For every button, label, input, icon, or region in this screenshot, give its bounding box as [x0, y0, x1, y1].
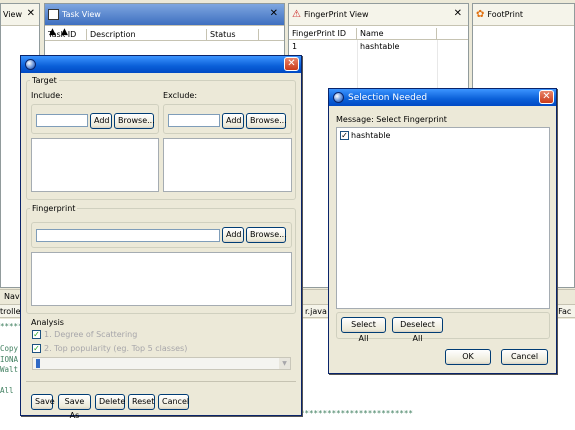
console-line: Walt	[0, 365, 19, 374]
select-all-button[interactable]: Select All	[341, 317, 386, 343]
fingerprint-list[interactable]	[31, 252, 292, 306]
task-icon	[48, 9, 59, 20]
footprint-icon: ✿	[476, 9, 485, 20]
fingerprint-input[interactable]	[36, 229, 220, 242]
app-icon	[333, 92, 344, 103]
fingerprint-view-title: FingerPrint View	[303, 10, 369, 19]
close-icon[interactable]: ✕	[270, 8, 278, 19]
selection-dialog-titlebar[interactable]: Selection Needed	[329, 89, 556, 106]
column-fingerprint-id[interactable]: FingerPrint ID	[289, 28, 357, 39]
close-button[interactable]: ✕	[284, 57, 299, 71]
fingerprint-label: Fingerprint	[30, 204, 78, 213]
top-popularity-checkbox[interactable]: ✓	[32, 344, 41, 353]
selection-message: Message: Select Fingerprint	[336, 115, 447, 124]
fingerprint-id-cell: 1	[292, 42, 298, 51]
exclude-add-button[interactable]: Add	[222, 113, 244, 129]
fingerprint-table-header: FingerPrint ID Name	[289, 28, 468, 40]
task-view-title: Task View	[62, 10, 101, 19]
analysis-dialog-titlebar[interactable]	[21, 56, 301, 73]
column-name[interactable]: Name	[357, 28, 437, 39]
button-bar	[26, 381, 296, 382]
table-row[interactable]: 1 hashtable	[289, 41, 468, 52]
fingerprint-add-button[interactable]: Add	[222, 227, 244, 243]
cancel-button[interactable]: Cancel	[158, 394, 189, 410]
cancel-button[interactable]: Cancel	[501, 349, 548, 365]
column-description[interactable]: Description	[87, 29, 207, 40]
include-label: Include:	[31, 91, 63, 100]
task-view-tab[interactable]: Task View ✕	[45, 4, 284, 26]
ok-button[interactable]: OK	[445, 349, 491, 365]
deselect-all-button[interactable]: Deselect All	[392, 317, 443, 343]
tab-java-file[interactable]: r.java	[305, 307, 327, 316]
exclude-browse-button[interactable]: Browse...	[246, 113, 287, 129]
left-view-tab-label: View	[3, 10, 22, 19]
column-task-id[interactable]: Task ID	[45, 29, 87, 40]
left-view-tab[interactable]: View ✕	[1, 4, 39, 26]
include-browse-button[interactable]: Browse...	[114, 113, 155, 129]
task-table-header: Task ID Description Status	[45, 29, 284, 41]
exclude-label: Exclude:	[163, 91, 198, 100]
selection-dialog-title: Selection Needed	[348, 92, 428, 103]
exclude-input[interactable]	[168, 114, 220, 127]
hashtable-label[interactable]: hashtable	[351, 131, 390, 140]
include-add-button[interactable]: Add	[90, 113, 112, 129]
fingerprint-choice-list[interactable]: ✓ hashtable	[336, 127, 550, 309]
console-line: IONA	[0, 355, 19, 364]
analysis-label: Analysis	[31, 318, 64, 327]
close-icon[interactable]: ✕	[454, 8, 462, 19]
hashtable-checkbox[interactable]: ✓	[340, 131, 349, 140]
fingerprint-view-tab[interactable]: ⚠ FingerPrint View ✕	[289, 4, 468, 26]
fingerprint-browse-button[interactable]: Browse...	[246, 227, 287, 243]
degree-of-scattering-checkbox[interactable]: ✓	[32, 330, 41, 339]
degree-of-scattering-label: 1. Degree of Scattering	[44, 330, 138, 339]
console-line: All	[0, 386, 14, 395]
target-label: Target	[30, 76, 59, 85]
close-icon[interactable]: ✕	[27, 8, 35, 19]
include-list[interactable]	[31, 138, 159, 192]
fingerprint-name-cell: hashtable	[360, 42, 400, 51]
select-cursor	[36, 359, 40, 368]
top-popularity-label: 2. Top popularity (eg. Top 5 classes)	[44, 344, 188, 353]
analysis-dialog: ✕ Target Include: Exclude: Add Browse...…	[20, 55, 302, 420]
include-input[interactable]	[36, 114, 88, 127]
fingerprint-rows: 1 hashtable	[289, 41, 468, 52]
save-button[interactable]: Save	[31, 394, 55, 410]
delete-button[interactable]: Delete	[95, 394, 125, 410]
console-bottom-stars: *************************	[300, 409, 413, 418]
selection-dialog: Selection Needed ✕ Message: Select Finge…	[328, 88, 557, 374]
close-button[interactable]: ✕	[539, 90, 554, 104]
top-popularity-select[interactable]: ▼	[32, 357, 291, 370]
column-status[interactable]: Status	[207, 29, 259, 40]
console-line: Copy	[0, 344, 19, 353]
exclude-list[interactable]	[163, 138, 292, 192]
fingerprint-icon: ⚠	[292, 9, 301, 20]
app-icon	[25, 59, 36, 70]
footprint-view-title: FootPrint	[487, 10, 524, 19]
save-as-button[interactable]: Save As	[58, 394, 91, 420]
chevron-down-icon[interactable]: ▼	[279, 358, 290, 369]
footprint-view-tab[interactable]: ✿ FootPrint	[473, 4, 574, 26]
reset-button[interactable]: Reset	[128, 394, 155, 410]
